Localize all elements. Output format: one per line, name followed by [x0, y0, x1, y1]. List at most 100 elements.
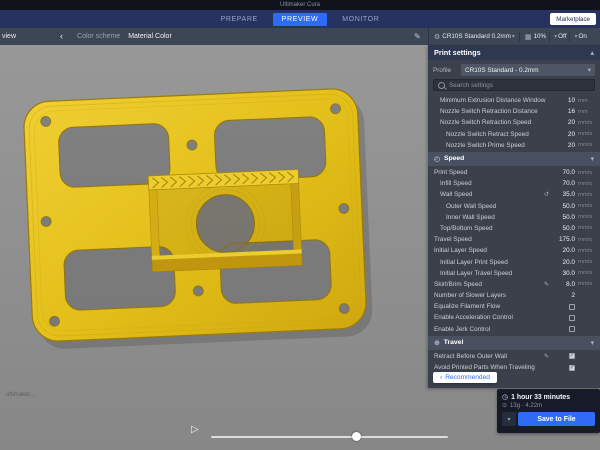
edit-pencil-icon[interactable]: ✎: [414, 32, 421, 41]
profile-label: Profile: [433, 67, 457, 74]
setting-value[interactable]: 50.0: [551, 225, 575, 232]
setting-row[interactable]: Number of Slower Layers2: [428, 290, 600, 301]
setting-row[interactable]: Travel Speed175.0mm/s: [428, 234, 600, 245]
reset-icon[interactable]: ↺: [544, 191, 549, 198]
marketplace-button[interactable]: Marketplace: [550, 13, 596, 25]
setting-unit: mm/s: [575, 120, 595, 126]
setting-row[interactable]: Wall Speed↺35.0mm/s: [428, 189, 600, 200]
setting-value[interactable]: 10: [551, 97, 575, 104]
checkbox[interactable]: ✓: [569, 365, 575, 371]
setting-value[interactable]: 20.0: [551, 247, 575, 254]
setting-value[interactable]: 2: [551, 292, 575, 299]
search-input[interactable]: [449, 82, 590, 89]
checkbox[interactable]: [569, 304, 575, 310]
checkbox[interactable]: [569, 326, 575, 332]
chevron-down-icon: ▾: [574, 33, 577, 40]
setting-value[interactable]: 20: [551, 131, 575, 138]
setting-row[interactable]: Equalize Filament Flow: [428, 301, 600, 312]
setting-value[interactable]: 70.0: [551, 169, 575, 176]
setting-label: Equalize Filament Flow: [428, 303, 551, 310]
setting-row[interactable]: Print Speed70.0mm/s: [428, 167, 600, 178]
output-buttons: ▾ Save to File: [502, 412, 595, 426]
model-3d[interactable]: [0, 45, 428, 450]
setting-value[interactable]: 70.0: [551, 180, 575, 187]
support-value[interactable]: Off: [558, 33, 566, 40]
setting-row[interactable]: Nozzle Switch Retraction Speed20mm/s: [428, 117, 600, 128]
setting-row[interactable]: Nozzle Switch Retract Speed20mm/s: [428, 129, 600, 140]
setting-value[interactable]: 50.0: [551, 214, 575, 221]
setting-unit: mm/s: [575, 170, 595, 176]
setting-value[interactable]: 20.0: [551, 259, 575, 266]
setting-unit: mm/s: [575, 248, 595, 254]
clock-icon: ◷: [502, 393, 508, 401]
color-scheme-dropdown[interactable]: Material Color: [128, 33, 172, 40]
setting-unit: mm: [575, 109, 595, 115]
setting-unit: mm/s: [575, 281, 595, 287]
checkbox[interactable]: [569, 315, 575, 321]
setting-row[interactable]: Inner Wall Speed50.0mm/s: [428, 212, 600, 223]
pencil-icon[interactable]: ✎: [544, 281, 549, 288]
settings-section-speed[interactable]: ◴Speed▾: [428, 152, 600, 166]
setting-value[interactable]: 20: [551, 119, 575, 126]
settings-section-travel[interactable]: ⊕Travel▾: [428, 336, 600, 350]
setting-row[interactable]: Infill Speed70.0mm/s: [428, 178, 600, 189]
setting-row[interactable]: Nozzle Switch Prime Speed20mm/s: [428, 140, 600, 151]
setting-value[interactable]: 35.0: [551, 191, 575, 198]
play-icon[interactable]: ▷: [191, 425, 199, 435]
layer-slider-handle[interactable]: [352, 432, 361, 441]
view-mode-label[interactable]: view: [2, 33, 16, 40]
search-settings[interactable]: [433, 79, 595, 91]
setting-row[interactable]: Initial Layer Travel Speed30.0mm/s: [428, 268, 600, 279]
setting-label: Inner Wall Speed: [428, 214, 551, 221]
chevron-down-icon: ▾: [512, 33, 515, 40]
setting-value[interactable]: 20: [551, 142, 575, 149]
profile-dropdown[interactable]: CR10S Standard - 0.2mm ▾: [461, 64, 595, 76]
setting-row[interactable]: Minimum Extrusion Distance Window10mm: [428, 95, 600, 106]
setting-value[interactable]: 50.0: [551, 203, 575, 210]
recommended-button[interactable]: ‹ Recommended: [433, 372, 497, 383]
setting-row[interactable]: Skirt/Brim Speed✎8.0mm/s: [428, 279, 600, 290]
setting-row[interactable]: Outer Wall Speed50.0mm/s: [428, 201, 600, 212]
setting-unit: mm/s: [575, 131, 595, 137]
chevron-left-icon[interactable]: ‹: [60, 32, 63, 41]
setting-label: Initial Layer Travel Speed: [428, 270, 551, 277]
setting-value[interactable]: 30.0: [551, 270, 575, 277]
setting-row[interactable]: Retract Before Outer Wall✎✓: [428, 351, 600, 362]
recommended-label: Recommended: [445, 374, 490, 381]
print-settings-header[interactable]: Print settings ▴: [428, 45, 600, 60]
output-device-selector[interactable]: ▾: [502, 412, 516, 426]
search-icon: [438, 82, 445, 89]
setting-row[interactable]: Top/Bottom Speed50.0mm/s: [428, 223, 600, 234]
infill-value[interactable]: 10%: [534, 33, 547, 40]
setting-label: Enable Acceleration Control: [428, 314, 551, 321]
setting-row[interactable]: Initial Layer Speed20.0mm/s: [428, 245, 600, 256]
setting-label: Print Speed: [428, 169, 551, 176]
setting-label: Nozzle Switch Retraction Distance: [428, 108, 551, 115]
print-config-bar[interactable]: ⚙ CR10S Standard 0.2mm ▾ ▦ 10% ▾ Off ▾ O…: [428, 28, 600, 45]
setting-value[interactable]: 175.0: [551, 236, 575, 243]
setting-value[interactable]: 8.0: [551, 281, 575, 288]
layer-slider-track[interactable]: [211, 436, 448, 438]
save-to-file-button[interactable]: Save to File: [518, 412, 595, 426]
tab-monitor[interactable]: MONITOR: [333, 13, 388, 26]
stage-tabbar: PREPARE PREVIEW MONITOR: [0, 10, 600, 28]
setting-row[interactable]: Enable Jerk Control: [428, 324, 600, 335]
setting-label: Minimum Extrusion Distance Window: [428, 97, 551, 104]
pencil-icon[interactable]: ✎: [544, 353, 549, 360]
infill-icon: ▦: [525, 33, 532, 41]
printer-icon: ⚙: [434, 33, 440, 41]
setting-row[interactable]: Nozzle Switch Retraction Distance16mm: [428, 106, 600, 117]
checkbox[interactable]: ✓: [569, 353, 575, 359]
setting-label: Nozzle Switch Prime Speed: [428, 142, 551, 149]
setting-row[interactable]: Initial Layer Print Speed20.0mm/s: [428, 256, 600, 267]
setting-label: Infill Speed: [428, 180, 551, 187]
setting-row[interactable]: Enable Acceleration Control: [428, 312, 600, 323]
active-profile-label[interactable]: CR10S Standard 0.2mm: [442, 33, 511, 40]
setting-unit: mm/s: [575, 192, 595, 198]
adhesion-value[interactable]: On: [578, 33, 586, 40]
tab-preview[interactable]: PREVIEW: [273, 13, 327, 26]
model-name-label[interactable]: ultimaker...: [6, 392, 35, 398]
setting-value[interactable]: 16: [551, 108, 575, 115]
tab-prepare[interactable]: PREPARE: [212, 13, 267, 26]
profile-row: Profile CR10S Standard - 0.2mm ▾: [433, 64, 595, 76]
